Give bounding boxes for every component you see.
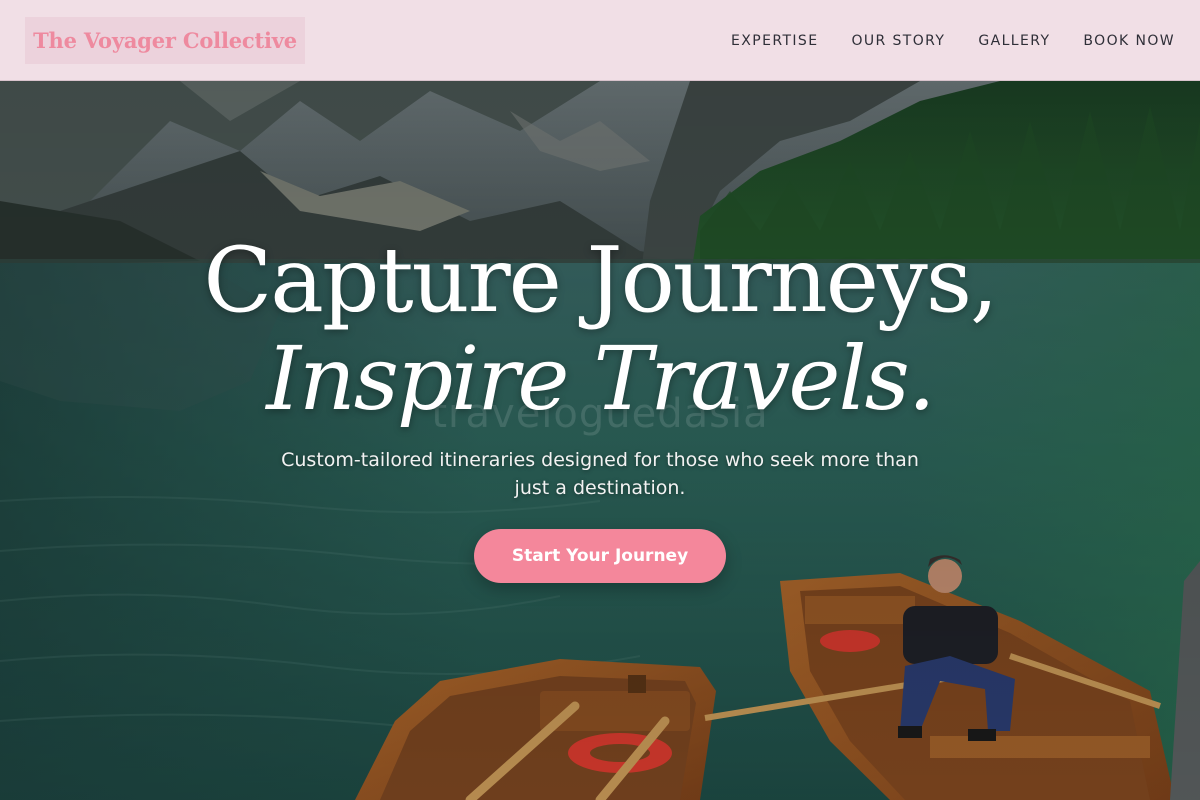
nav-link-our-story[interactable]: OUR STORY xyxy=(851,33,945,49)
hero-background-image xyxy=(0,81,1200,800)
hero-title-line2: Inspire Travels. xyxy=(266,327,936,430)
site-header: The Voyager Collective EXPERTISE OUR STO… xyxy=(0,0,1200,81)
hero-subtitle: Custom-tailored itineraries designed for… xyxy=(281,449,919,499)
hero-section: traveloguedasia Capture Journeys, Inspir… xyxy=(0,81,1200,800)
nav-link-expertise[interactable]: EXPERTISE xyxy=(731,33,818,49)
start-journey-button[interactable]: Start Your Journey xyxy=(474,529,726,583)
nav-link-gallery[interactable]: GALLERY xyxy=(978,33,1050,49)
nav-link-book-now[interactable]: BOOK NOW xyxy=(1083,33,1175,49)
hero-title-line1: Capture Journeys, xyxy=(203,228,998,333)
brand-logo[interactable]: The Voyager Collective xyxy=(25,17,305,64)
main-nav: EXPERTISE OUR STORY GALLERY BOOK NOW xyxy=(698,0,1175,81)
